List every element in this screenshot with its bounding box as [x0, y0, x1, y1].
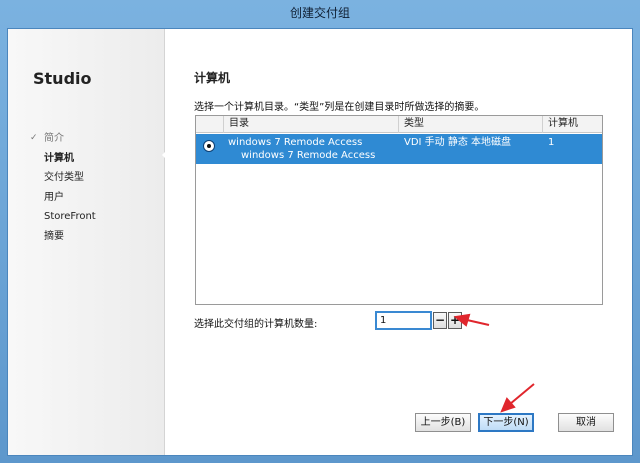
machine-count-input[interactable]: [375, 311, 432, 330]
column-header-type[interactable]: 类型: [398, 116, 542, 133]
row-radio-button[interactable]: [203, 140, 215, 152]
step-intro[interactable]: ✓ 简介: [30, 129, 96, 149]
table-header: 目录 类型 计算机: [196, 116, 602, 133]
catalog-name: windows 7 Remode Access: [228, 137, 363, 148]
column-header-catalog[interactable]: 目录: [223, 116, 398, 133]
back-button[interactable]: 上一步(B): [415, 413, 471, 432]
wizard-sidebar: Studio ✓ 简介 计算机 交付类型 用户 StoreFront 摘要: [8, 29, 169, 455]
step-summary[interactable]: 摘要: [30, 227, 96, 247]
step-machines[interactable]: 计算机: [30, 149, 96, 169]
increment-button[interactable]: +: [448, 312, 462, 329]
brand-title: Studio: [33, 69, 92, 88]
page-description: 选择一个计算机目录。“类型”列是在创建目录时所做选择的摘要。: [194, 102, 485, 113]
catalog-machine-count: 1: [548, 137, 555, 148]
step-label: 用户: [44, 191, 64, 203]
step-label: 交付类型: [44, 172, 84, 184]
check-icon: ✓: [30, 133, 38, 144]
dialog-window: 创建交付组 Studio ✓ 简介 计算机 交付类型 用户 StoreFront …: [0, 0, 640, 463]
decrement-button[interactable]: −: [433, 312, 447, 329]
step-label: 简介: [44, 133, 64, 145]
wizard-body: Studio ✓ 简介 计算机 交付类型 用户 StoreFront 摘要 计算机…: [7, 28, 633, 456]
catalog-machine-name: windows 7 Remode Access: [241, 150, 376, 161]
cancel-button[interactable]: 取消: [558, 413, 614, 432]
step-storefront[interactable]: StoreFront: [30, 207, 96, 227]
column-header-machines[interactable]: 计算机: [542, 116, 602, 133]
wizard-steps: ✓ 简介 计算机 交付类型 用户 StoreFront 摘要: [30, 129, 96, 246]
window-title: 创建交付组: [289, 6, 350, 20]
catalog-type: VDI 手动 静态 本地磁盘: [404, 137, 512, 148]
page-title: 计算机: [194, 71, 231, 85]
step-label: 计算机: [44, 152, 74, 164]
table-row[interactable]: windows 7 Remode Access windows 7 Remode…: [196, 134, 602, 164]
step-users[interactable]: 用户: [30, 188, 96, 208]
machine-count-label: 选择此交付组的计算机数量:: [194, 319, 318, 330]
step-label: 摘要: [44, 230, 64, 242]
next-button[interactable]: 下一步(N): [478, 413, 534, 432]
step-delivery-type[interactable]: 交付类型: [30, 168, 96, 188]
wizard-content: 计算机 选择一个计算机目录。“类型”列是在创建目录时所做选择的摘要。 目录 类型…: [165, 29, 632, 455]
catalog-table: 目录 类型 计算机 windows 7 Remode Access window…: [195, 115, 603, 305]
step-label: StoreFront: [44, 211, 96, 223]
